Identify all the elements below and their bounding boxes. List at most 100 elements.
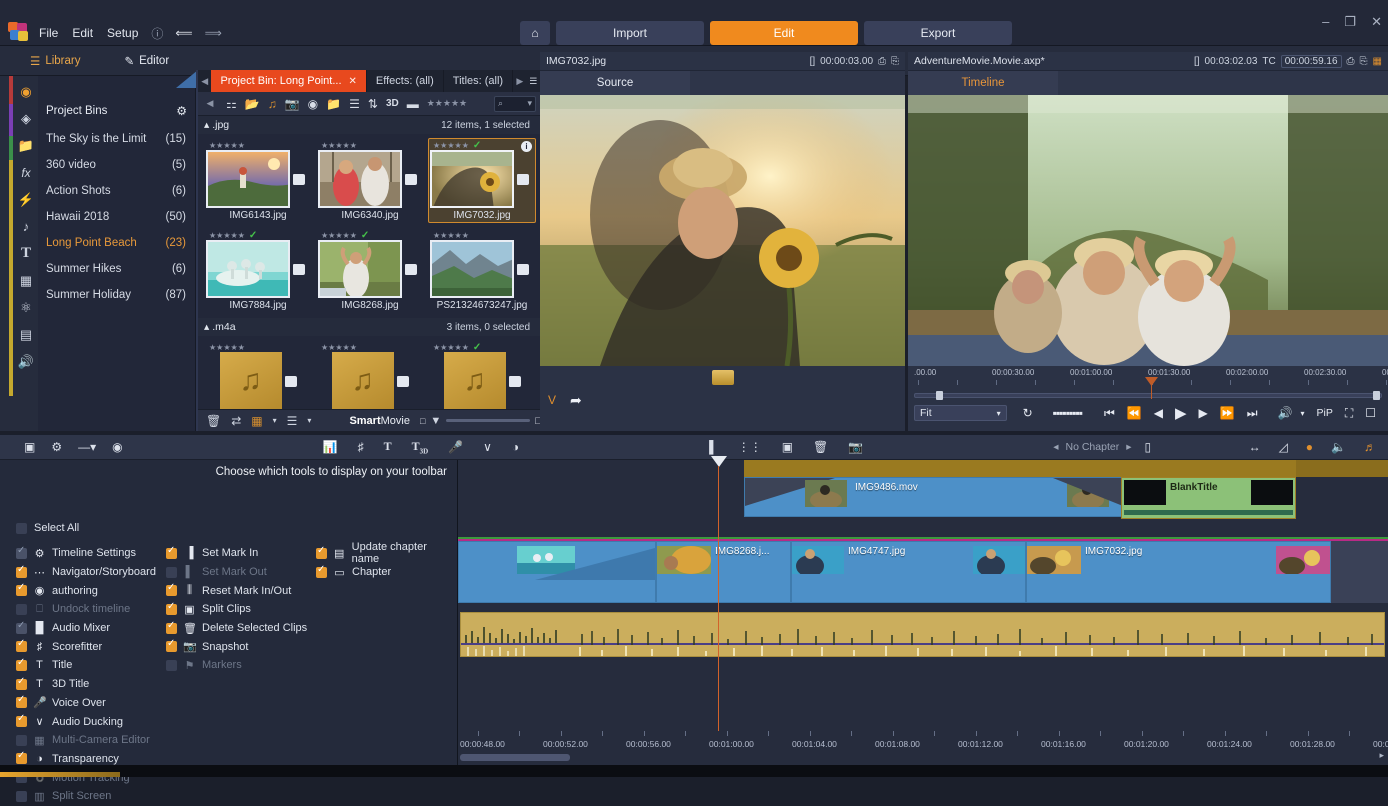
tool-option-row[interactable]: T3D Title <box>16 675 166 694</box>
help-circle-icon[interactable]: ⓘ <box>145 25 169 42</box>
tool-option-checkbox[interactable] <box>16 735 27 746</box>
tool-option-row[interactable]: ⫼Reset Mark In/Out <box>166 581 316 600</box>
media-thumbnail-item[interactable]: ★★★★★✓♫ <box>428 340 536 409</box>
grid-view-dropdown-icon[interactable]: ▾ <box>273 416 277 425</box>
sidebar-item-bin[interactable]: Hawaii 2018(50) <box>38 204 195 230</box>
split-clips-icon[interactable]: ▣ <box>782 440 793 454</box>
crop-icon[interactable]: ☐ <box>1359 406 1382 420</box>
select-all-checkbox[interactable] <box>16 523 27 534</box>
color-tag-icon[interactable]: ● <box>1306 440 1313 454</box>
rating-stars[interactable]: ★★★★★ <box>318 342 422 352</box>
audio-ducking-icon[interactable]: ∨ <box>483 440 492 454</box>
timeline-clip[interactable] <box>458 541 656 603</box>
trash-icon[interactable]: 🗑 <box>206 414 221 428</box>
tool-option-row[interactable]: ⚙Timeline Settings <box>16 544 166 563</box>
media-thumbnail-item[interactable]: ★★★★★IMG6143.jpg <box>204 138 312 223</box>
undock-icon[interactable]: ⎙ <box>878 56 886 67</box>
tool-option-row[interactable]: ◉authoring <box>16 581 166 600</box>
tool-option-row[interactable]: ⚑Markers <box>166 656 316 675</box>
tool-option-checkbox[interactable] <box>16 753 27 764</box>
preview-scrubber[interactable] <box>908 388 1388 402</box>
timeline-timecode[interactable]: 00:00:59.16 <box>1281 55 1342 68</box>
rating-stars[interactable]: ★★★★★ <box>206 140 310 150</box>
rating-stars[interactable]: ★★★★★✓ <box>430 342 534 352</box>
image-thumbnail[interactable] <box>206 150 290 208</box>
folder-badge-icon[interactable] <box>293 264 305 275</box>
rating-stars[interactable]: ★★★★★✓ <box>206 230 310 240</box>
music-icon[interactable]: ♫ <box>268 97 277 111</box>
timeline-panel[interactable]: IMG9486.mov BlankTitle IMG8268.j.. <box>458 460 1388 777</box>
media-thumbnail-item[interactable]: ★★★★★✓IMG7884.jpg <box>204 228 312 313</box>
add-tab-icon[interactable]: ☰ <box>527 70 540 92</box>
title-T-icon[interactable]: T <box>14 240 38 267</box>
media-thumbnail-item[interactable]: ★★★★★♫ <box>316 340 424 409</box>
chevron-left-icon[interactable]: ◂ <box>1053 441 1058 453</box>
tool-option-row[interactable]: █Audio Mixer <box>16 619 166 638</box>
slider-handle[interactable]: ▼ <box>430 415 441 427</box>
tool-option-row[interactable]: ♯Scorefitter <box>16 637 166 656</box>
folder-badge-icon[interactable] <box>509 376 521 387</box>
bin-options-icon[interactable]: ⚙ <box>176 104 187 118</box>
media-thumbnail-item[interactable]: ★★★★★✓IMG7032.jpgi <box>428 138 536 223</box>
main-video-track[interactable]: IMG8268.j... IMG4747.jpg IMG7032.jpg <box>458 537 1388 603</box>
grid-view-icon[interactable]: ▦ <box>251 414 262 428</box>
timeline-settings-icon[interactable]: ▣ <box>24 440 35 454</box>
source-tab-label[interactable]: Source <box>540 77 690 89</box>
fullscreen-icon[interactable]: ⛶ <box>1339 406 1359 421</box>
snapshot-icon[interactable]: ⎘ <box>1360 56 1368 67</box>
tool-option-row[interactable]: ∨Audio Ducking <box>16 712 166 731</box>
sort-icon[interactable]: ⇅ <box>368 97 378 111</box>
close-button[interactable]: ✕ <box>1371 14 1382 29</box>
slider-track[interactable] <box>446 419 530 422</box>
snapshot-icon[interactable]: 📷 <box>848 440 863 454</box>
tool-option-checkbox[interactable] <box>16 548 27 559</box>
folder-icon[interactable]: 📁 <box>14 132 38 159</box>
tag-icon[interactable]: ▬ <box>407 97 419 111</box>
image-thumbnail[interactable] <box>430 240 514 298</box>
tool-option-checkbox[interactable] <box>166 548 177 559</box>
menu-setup[interactable]: Setup <box>100 26 145 40</box>
scorefitter-icon[interactable]: ♯ <box>358 440 364 454</box>
tool-option-row[interactable]: ⎕Undock timeline <box>16 600 166 619</box>
loop-icon[interactable]: ↻ <box>1017 406 1039 420</box>
audio-thumbnail[interactable]: ♫ <box>332 352 394 409</box>
menu-edit[interactable]: Edit <box>65 26 100 40</box>
tool-option-checkbox[interactable] <box>16 604 27 615</box>
home-icon[interactable]: ⌂ <box>520 21 550 45</box>
timeline-title-clip[interactable]: BlankTitle <box>1121 477 1296 519</box>
tool-option-checkbox[interactable] <box>166 641 177 652</box>
media-thumbnail-item[interactable]: ★★★★★♫ <box>204 340 312 409</box>
step-forward-icon[interactable]: ▶ <box>1193 406 1214 420</box>
tool-option-row[interactable]: 📷Snapshot <box>166 637 316 656</box>
folder-open-icon[interactable]: 📂 <box>245 97 260 111</box>
reset-mark-icon[interactable]: ⋮⋮ <box>738 440 762 454</box>
timeline-clip[interactable]: IMG9486.mov <box>744 477 1124 517</box>
folder-badge-icon[interactable] <box>405 264 417 275</box>
tool-option-checkbox[interactable] <box>16 623 27 634</box>
tool-option-checkbox[interactable] <box>16 660 27 671</box>
image-thumbnail[interactable] <box>430 150 514 208</box>
scrubber-icon[interactable]: ▪▪▪▪▪▪▪▪▪ <box>1047 406 1088 420</box>
tool-option-row[interactable]: 🗑Delete Selected Clips <box>166 619 316 638</box>
sidebar-item-bin[interactable]: 360 video(5) <box>38 152 195 178</box>
authoring-icon[interactable]: ◉ <box>112 440 122 454</box>
transparency-icon[interactable]: ◑ <box>512 440 519 454</box>
list-view-icon[interactable]: ☰ <box>349 97 360 111</box>
search-input[interactable]: ⌕ ▾ <box>494 96 536 112</box>
folder-badge-icon[interactable] <box>517 264 529 275</box>
audio-scrub-icon[interactable]: 🔈 <box>1331 440 1346 454</box>
play-icon[interactable]: ▶ <box>1169 404 1193 422</box>
fit-select[interactable]: Fit ▾ <box>914 405 1007 421</box>
refresh-icon[interactable]: ⇄ <box>231 414 241 428</box>
undo-arrow-icon[interactable]: ⟸ <box>169 26 198 40</box>
clip-chip-icon[interactable] <box>712 370 734 385</box>
browser-group-header[interactable]: ▴ .jpg12 items, 1 selected <box>198 116 540 134</box>
tool-option-row[interactable]: 🎤Voice Over <box>16 694 166 713</box>
tool-option-checkbox[interactable] <box>16 567 27 578</box>
media-orange-icon[interactable]: ◉ <box>14 78 38 105</box>
music-note-icon[interactable]: ♪ <box>14 213 38 240</box>
undock-icon[interactable]: ⎙ <box>1347 56 1355 67</box>
effects-bolt-icon[interactable]: ⚡ <box>14 186 38 213</box>
rating-stars[interactable]: ★★★★★ <box>206 342 310 352</box>
tool-option-checkbox[interactable] <box>16 679 27 690</box>
